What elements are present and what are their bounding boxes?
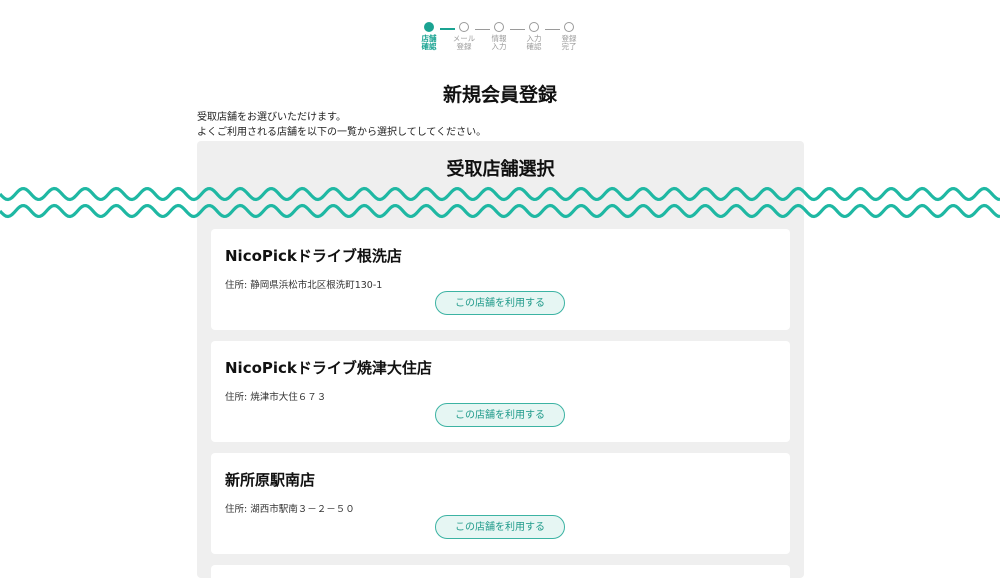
- store-address: 住所: 焼津市大住６７３: [225, 392, 327, 403]
- panel-title: 受取店舗選択: [446, 159, 555, 180]
- intro-line: よくご利用される店舗を以下の一覧から選択してしてください。: [197, 127, 487, 138]
- store-name: NicoPickドライブ根洗店: [225, 247, 402, 265]
- step-info-input: 情報 入力: [484, 22, 514, 51]
- step-label: 情報 入力: [491, 34, 507, 51]
- step-dot: [459, 22, 469, 32]
- store-address: 住所: 湖西市駅南３－２－５０: [225, 504, 355, 515]
- intro-line: 受取店舗をお選びいただけます。: [197, 112, 346, 123]
- use-store-button[interactable]: この店舗を利用する: [435, 403, 565, 427]
- progress-stepper: 店舗 確認 メール 登録 情報 入力 入力 確認 登録 完了: [420, 22, 582, 58]
- step-registration-complete: 登録 完了: [554, 22, 584, 51]
- step-store-confirm: 店舗 確認: [414, 22, 444, 51]
- step-input-confirm: 入力 確認: [519, 22, 549, 51]
- use-store-button[interactable]: この店舗を利用する: [435, 515, 565, 539]
- wave-divider-decoration: [0, 186, 1000, 219]
- store-name: 新所原駅南店: [225, 471, 316, 489]
- step-dot: [529, 22, 539, 32]
- step-dot: [424, 22, 434, 32]
- step-label: 店舗 確認: [421, 34, 437, 51]
- step-label: 登録 完了: [561, 34, 577, 51]
- store-card-partial: [211, 565, 790, 578]
- store-card: NicoPickドライブ焼津大住店 住所: 焼津市大住６７３ この店舗を利用する: [211, 341, 790, 442]
- step-dot: [564, 22, 574, 32]
- use-store-button[interactable]: この店舗を利用する: [435, 291, 565, 315]
- page-title: 新規会員登録: [442, 84, 557, 106]
- intro-text: 受取店舗をお選びいただけます。 よくご利用される店舗を以下の一覧から選択してして…: [197, 110, 486, 140]
- store-name: NicoPickドライブ焼津大住店: [225, 359, 432, 377]
- step-dot: [494, 22, 504, 32]
- store-card: NicoPickドライブ根洗店 住所: 静岡県浜松市北区根洗町130-1 この店…: [211, 229, 790, 330]
- store-address: 住所: 静岡県浜松市北区根洗町130-1: [225, 280, 383, 291]
- store-card: 新所原駅南店 住所: 湖西市駅南３－２－５０ この店舗を利用する: [211, 453, 790, 554]
- step-label: メール 登録: [452, 34, 476, 51]
- step-email-register: メール 登録: [449, 22, 479, 51]
- step-label: 入力 確認: [526, 34, 542, 51]
